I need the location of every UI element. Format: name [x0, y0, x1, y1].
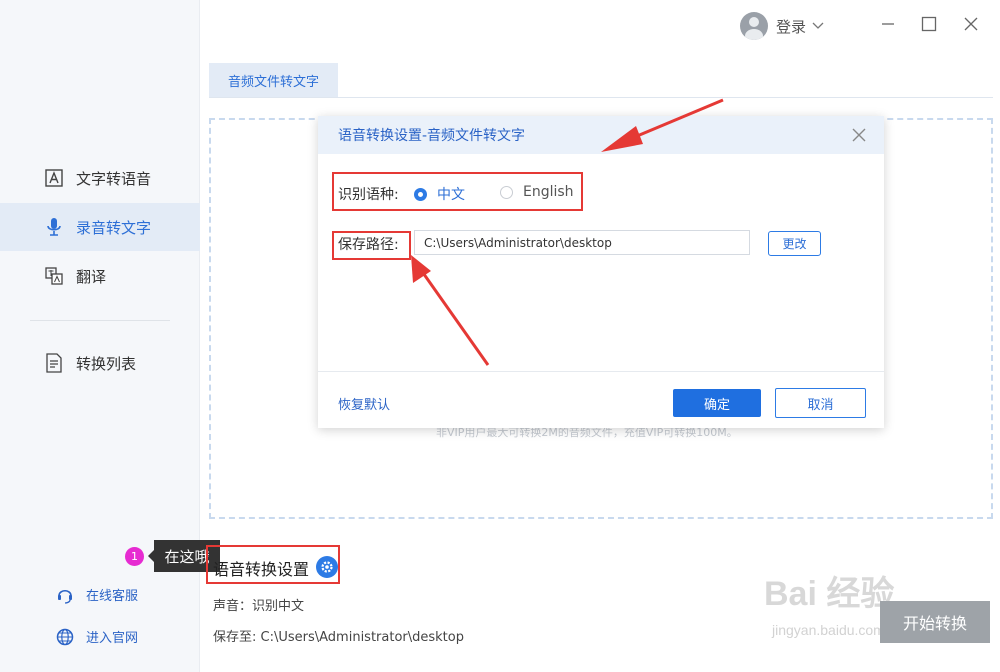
- ok-button[interactable]: 确定: [673, 389, 761, 417]
- login-button[interactable]: 登录: [740, 12, 824, 40]
- online-service-link[interactable]: 在线客服: [56, 585, 138, 604]
- start-conversion-button[interactable]: 开始转换: [880, 601, 990, 643]
- sidebar-divider: [30, 320, 170, 321]
- dialog-divider: [318, 371, 884, 372]
- settings-dialog: 语音转换设置-音频文件转文字 识别语种: 中文 English 保存路径: 更改…: [318, 116, 884, 428]
- save-path-text: 保存至: C:\Users\Administrator\desktop: [213, 630, 464, 645]
- avatar: [740, 12, 768, 40]
- online-service-label: 在线客服: [86, 589, 139, 604]
- translate-icon: [44, 266, 64, 286]
- close-icon[interactable]: [959, 12, 983, 36]
- globe-icon: [56, 628, 74, 646]
- dialog-title: 语音转换设置-音频文件转文字: [338, 128, 526, 144]
- official-site-link[interactable]: 进入官网: [56, 627, 138, 646]
- sidebar-item-label: 翻译: [76, 267, 107, 286]
- save-path-input[interactable]: [414, 230, 750, 255]
- voice-setting-text: 声音：识别中文: [213, 599, 305, 614]
- restore-default-link[interactable]: 恢复默认: [338, 394, 390, 413]
- microphone-icon: [44, 217, 64, 237]
- sidebar-item-conversion-list[interactable]: 转换列表: [0, 339, 200, 387]
- watermark-url: jingyan.baidu.com: [772, 622, 885, 638]
- sidebar-item-label: 录音转文字: [76, 218, 152, 237]
- cancel-button[interactable]: 取消: [775, 388, 866, 418]
- headset-icon: [56, 586, 74, 604]
- change-path-button[interactable]: 更改: [768, 231, 821, 256]
- list-document-icon: [44, 353, 64, 373]
- annotation-box-path: [332, 231, 411, 260]
- sidebar-item-speech-to-text[interactable]: 录音转文字: [0, 203, 200, 251]
- sidebar-item-text-to-speech[interactable]: 文字转语音: [0, 154, 200, 202]
- watermark-logo: Bai 经验: [764, 575, 895, 613]
- annotation-box-settings: [206, 545, 340, 584]
- dialog-close-icon[interactable]: [848, 124, 870, 146]
- text-a-icon: [44, 168, 64, 188]
- tab-underline: [209, 97, 993, 98]
- chevron-down-icon: [812, 22, 824, 30]
- sidebar-item-translate[interactable]: 翻译: [0, 252, 200, 300]
- tab-audio-file-to-text[interactable]: 音频文件转文字: [209, 63, 338, 97]
- tooltip-step-badge: 1: [125, 547, 144, 566]
- dialog-header: 语音转换设置-音频文件转文字: [318, 116, 884, 154]
- sidebar-item-label: 转换列表: [76, 354, 137, 373]
- official-site-label: 进入官网: [86, 631, 139, 646]
- login-label: 登录: [776, 17, 807, 36]
- annotation-box-language: [332, 172, 583, 211]
- sidebar-item-label: 文字转语音: [76, 169, 152, 188]
- minimize-icon[interactable]: [876, 12, 900, 36]
- maximize-icon[interactable]: [917, 12, 941, 36]
